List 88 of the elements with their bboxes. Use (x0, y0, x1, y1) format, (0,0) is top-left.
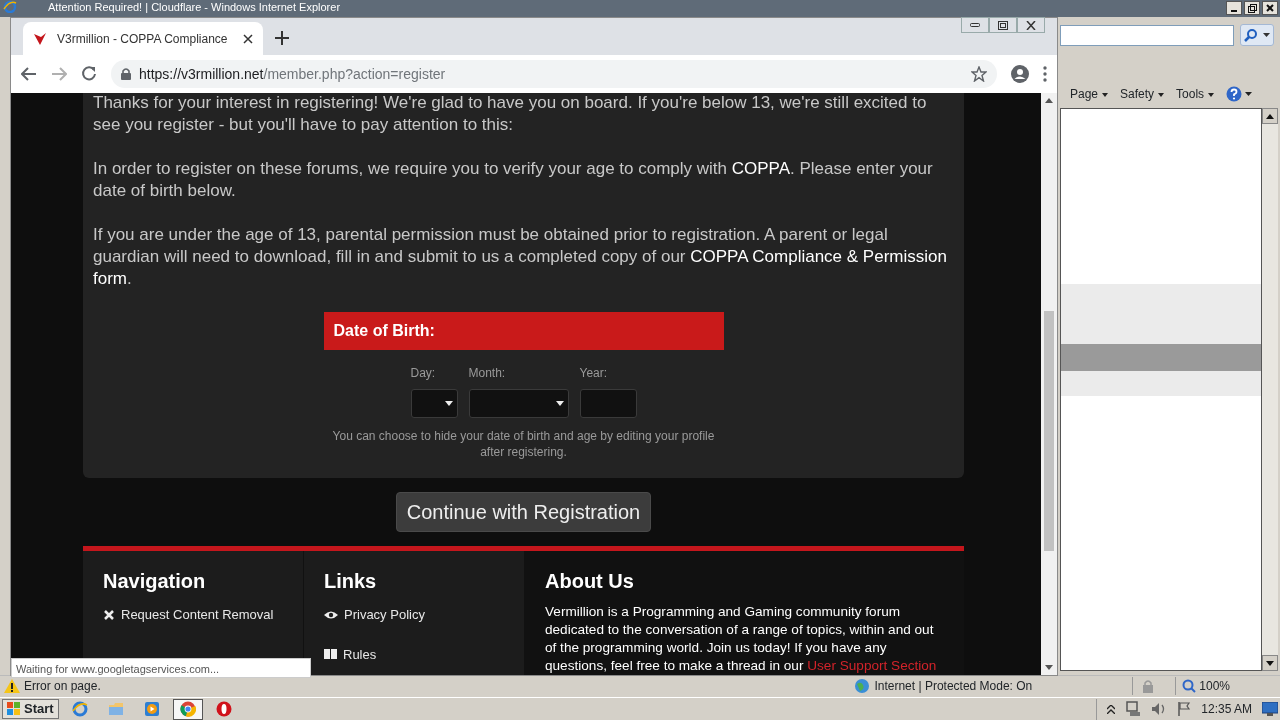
section-heading: Navigation (103, 569, 207, 593)
link[interactable]: form (93, 269, 127, 288)
status-message: Error on page. (24, 677, 101, 695)
opera-icon (215, 701, 232, 717)
link[interactable]: COPPA (731, 159, 790, 178)
minimize-button[interactable] (1226, 1, 1242, 15)
desktop-icon[interactable] (1262, 702, 1278, 716)
taskbar-button[interactable] (172, 698, 203, 720)
star-icon[interactable] (971, 66, 987, 82)
warning-icon (4, 678, 20, 693)
help-icon (1226, 86, 1243, 102)
scrollbar[interactable] (1041, 93, 1057, 675)
field-label: Day: (410, 365, 437, 382)
caret-icon (1263, 33, 1271, 37)
field-label: Month: (468, 365, 507, 382)
menu-icon[interactable] (1043, 66, 1047, 82)
browser-tab[interactable]: V3rmillion - COPPA Compliance (23, 22, 263, 55)
address-bar[interactable]: https://v3rmillion.net/member.php?action=register (111, 60, 997, 88)
restore-icon (1247, 3, 1257, 13)
close-button[interactable] (1262, 1, 1278, 15)
caret-icon (555, 401, 564, 406)
browser-logo-icon (3, 0, 17, 13)
zoom-icon (1182, 678, 1197, 693)
network-icon[interactable] (1125, 701, 1142, 717)
menu-item[interactable]: Safety (1120, 85, 1165, 103)
zoom-level[interactable]: 100% (1175, 676, 1230, 695)
down-arrow-icon[interactable] (1045, 665, 1053, 670)
footer-link[interactable]: Privacy Policy (324, 605, 504, 625)
account-icon[interactable] (1011, 65, 1029, 83)
chrome-icon (179, 701, 196, 717)
field-label: Year: (579, 365, 609, 382)
window-title: Attention Required! | Cloudflare - Windows Internet Explorer (48, 0, 341, 14)
footer-link[interactable]: Rules (324, 644, 504, 664)
scrollbar[interactable] (1262, 108, 1278, 671)
start-button[interactable]: Start (2, 699, 59, 719)
flag-icon[interactable] (1177, 701, 1192, 717)
restore-button[interactable] (1244, 1, 1260, 15)
link[interactable]: User Support Section (807, 658, 937, 673)
cross-icon (103, 608, 115, 621)
search-field[interactable] (1060, 25, 1234, 46)
restore-button[interactable] (989, 17, 1017, 33)
search-button[interactable] (1240, 24, 1274, 46)
close-icon (1026, 20, 1036, 30)
down-arrow-icon (1266, 660, 1274, 666)
menu-item[interactable]: Tools (1176, 85, 1215, 103)
security-zone: Internet | Protected Mode: On (874, 677, 1033, 695)
back-button[interactable] (21, 66, 37, 82)
paragraph: If you are under the age of 13, parental permission must be obtained prior to registration. A parent or legal guardian will need to download, fill in and submit to us a completed copy of our COPPA Compliance & Permission form. (93, 224, 948, 290)
section-header: Date of Birth: (323, 312, 724, 350)
minimize-button[interactable] (961, 17, 989, 33)
restore-icon (998, 20, 1008, 30)
scroll-down-button[interactable] (1262, 655, 1278, 671)
paragraph: Thanks for your interest in registering! We're glad to have you on board. If you're below 13, we're still excited to see you register - but you'll have to pay attention to this: (93, 93, 928, 136)
section-heading: Links (324, 569, 378, 593)
caret-icon (444, 401, 453, 406)
hint-text: You can choose to hide your date of birth and age by editing your profile after registering. (331, 428, 716, 460)
menu-item[interactable]: Page (1070, 85, 1109, 103)
chevron-icon[interactable] (1107, 704, 1116, 714)
up-arrow-icon[interactable] (1045, 98, 1053, 103)
new-tab-icon[interactable] (275, 31, 289, 45)
book-icon (324, 648, 337, 661)
clock[interactable]: 12:35 AM (1201, 700, 1252, 718)
help-button[interactable] (1226, 86, 1253, 102)
folder-icon (107, 701, 124, 717)
input-field[interactable] (579, 389, 637, 418)
close-button[interactable] (1017, 17, 1045, 33)
logo-icon (33, 31, 47, 46)
search-icon (1243, 28, 1258, 42)
browser-icon (71, 701, 88, 717)
scroll-up-button[interactable] (1262, 108, 1278, 124)
about-text: Vermillion is a Programming and Gaming community forum dedicated to the conversation of a range of topics, within and out of the programming world. Join us today! If you have any questions, feel free to make a thread in our User Support Section (545, 603, 938, 675)
paragraph: In order to register on these forums, we require you to verify your age to comply with COPPA. Please enter your date of birth below. (93, 158, 934, 202)
footer-link[interactable]: Request Content Removal (103, 605, 283, 625)
continue-button[interactable]: Continue with Registration (395, 492, 652, 532)
close-icon (1266, 4, 1274, 12)
scroll-thumb[interactable] (1044, 311, 1054, 551)
minimize-icon (970, 22, 980, 28)
close-icon[interactable] (243, 33, 253, 44)
windows-logo-icon (7, 702, 21, 716)
media-player-icon (143, 701, 160, 717)
link[interactable]: COPPA Compliance & Permission (690, 247, 947, 266)
globe-icon (854, 677, 871, 694)
section-heading: About Us (545, 569, 635, 593)
status-bubble: Waiting for www.googletagservices.com... (11, 658, 311, 678)
reload-button[interactable] (81, 66, 97, 82)
lock-icon (121, 68, 131, 80)
up-arrow-icon (1266, 113, 1274, 119)
caret-icon (1245, 92, 1253, 96)
